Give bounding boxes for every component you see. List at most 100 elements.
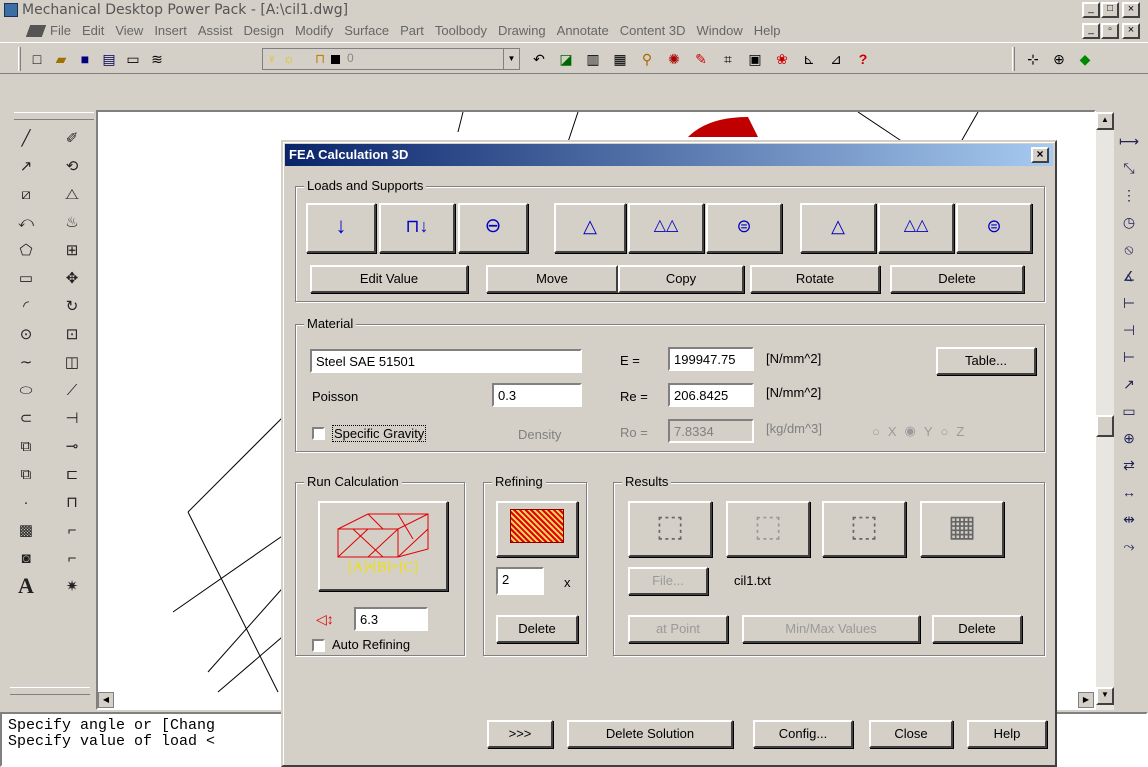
move-button[interactable]: Move bbox=[486, 265, 618, 293]
delete-load-button[interactable]: Delete bbox=[890, 265, 1024, 293]
close-window-button[interactable]: × bbox=[1122, 2, 1140, 18]
menu-edit[interactable]: Edit bbox=[82, 23, 104, 38]
e-field[interactable]: 199947.75 bbox=[668, 347, 754, 371]
arc-hook-icon[interactable]: ⤺ bbox=[14, 210, 38, 234]
diameter-dim-icon[interactable]: ⦸ bbox=[1118, 238, 1140, 260]
fixed-support-button[interactable]: △ bbox=[554, 203, 626, 253]
hscroll-left-button[interactable]: ◀ bbox=[98, 692, 114, 708]
continue-dim2-icon[interactable]: ⊢ bbox=[1118, 346, 1140, 368]
more-button[interactable]: >>> bbox=[487, 720, 553, 748]
specific-gravity-checkbox[interactable] bbox=[312, 427, 325, 440]
ellipse-icon[interactable]: ⬭ bbox=[14, 378, 38, 402]
snap-icon[interactable]: ⊹ bbox=[1022, 48, 1044, 70]
axis-y-radio[interactable]: ◉ bbox=[905, 423, 916, 439]
tolerance-icon[interactable]: ▭ bbox=[1118, 400, 1140, 422]
insert-block-icon[interactable]: ⧉ bbox=[14, 462, 38, 486]
doc-minimize-button[interactable]: _ bbox=[1082, 23, 1100, 39]
move-icon[interactable]: ✥ bbox=[60, 266, 84, 290]
chart-icon[interactable]: ⊿ bbox=[825, 48, 847, 70]
pencil-icon[interactable]: ✐ bbox=[60, 126, 84, 150]
rotate-button[interactable]: Rotate bbox=[750, 265, 880, 293]
results-delete-button[interactable]: Delete bbox=[932, 615, 1022, 643]
xline-icon[interactable]: ⧄ bbox=[14, 182, 38, 206]
results-stress-button[interactable]: ⬚ bbox=[726, 501, 810, 557]
doc-close-button[interactable]: × bbox=[1122, 23, 1140, 39]
pinned-support-2-button[interactable]: △△ bbox=[878, 203, 954, 253]
menu-toolbody[interactable]: Toolbody bbox=[435, 23, 487, 38]
fixed-support-2-button[interactable]: △ bbox=[800, 203, 876, 253]
ro-field[interactable]: 7.8334 bbox=[668, 419, 754, 443]
properties-icon[interactable]: ◪ bbox=[555, 48, 577, 70]
linear-dim-icon[interactable]: ⟼ bbox=[1118, 130, 1140, 152]
leader-icon[interactable]: ↗ bbox=[1118, 373, 1140, 395]
scroll-down-button[interactable]: ▼ bbox=[1096, 687, 1114, 705]
menu-modify[interactable]: Modify bbox=[295, 23, 333, 38]
edit-value-button[interactable]: Edit Value bbox=[310, 265, 468, 293]
plot-icon[interactable]: ▤ bbox=[98, 48, 120, 70]
delete-solution-button[interactable]: Delete Solution bbox=[567, 720, 733, 748]
material-name-field[interactable]: Steel SAE 51501 bbox=[310, 349, 582, 373]
block-icon[interactable]: ⧉ bbox=[14, 434, 38, 458]
auto-refining-checkbox[interactable] bbox=[312, 639, 325, 652]
dim-text-icon[interactable]: ↔ bbox=[1118, 481, 1140, 503]
polygon-icon[interactable]: ⬠ bbox=[14, 238, 38, 262]
moment-load-button[interactable]: ⊖ bbox=[458, 203, 528, 253]
layers-icon[interactable]: ≋ bbox=[146, 48, 168, 70]
stretch-icon[interactable]: ◫ bbox=[60, 350, 84, 374]
mesh-size-field[interactable]: 6.3 bbox=[354, 607, 428, 631]
scale-icon[interactable]: ⊡ bbox=[60, 322, 84, 346]
point-load-button[interactable]: ↓ bbox=[306, 203, 376, 253]
calc-icon[interactable]: ▦ bbox=[609, 48, 631, 70]
ordinate-dim-icon[interactable]: ⋮ bbox=[1118, 184, 1140, 206]
ellipse-arc-icon[interactable]: ⊂ bbox=[14, 406, 38, 430]
chevron-down-icon[interactable]: ▼ bbox=[503, 49, 519, 69]
text-icon[interactable]: A bbox=[14, 573, 38, 598]
poisson-field[interactable]: 0.3 bbox=[492, 383, 582, 407]
scroll-thumb[interactable] bbox=[1096, 415, 1114, 437]
break-icon[interactable]: ⊸ bbox=[60, 434, 84, 458]
axis-x-radio[interactable]: ○ bbox=[872, 424, 880, 439]
run-calculation-button[interactable]: [A]•[B]=[C] bbox=[318, 501, 448, 591]
region-icon[interactable]: ◙ bbox=[14, 546, 38, 570]
aligned-dim-icon[interactable]: ⤡ bbox=[1118, 157, 1140, 179]
results-strain-button[interactable]: ⬚ bbox=[822, 501, 906, 557]
rectangle-icon[interactable]: ▭ bbox=[14, 266, 38, 290]
grid-icon[interactable]: ▣ bbox=[744, 48, 766, 70]
menu-view[interactable]: View bbox=[115, 23, 143, 38]
open-icon[interactable]: ▰ bbox=[50, 48, 72, 70]
axis-z-radio[interactable]: ○ bbox=[941, 424, 949, 439]
re-field[interactable]: 206.8425 bbox=[668, 383, 754, 407]
list-icon[interactable]: ▥ bbox=[582, 48, 604, 70]
undo-icon[interactable]: ↶ bbox=[528, 48, 550, 70]
results-deformation-button[interactable]: ⬚ bbox=[628, 501, 712, 557]
at-point-button[interactable]: at Point bbox=[628, 615, 728, 643]
hscroll-right-button[interactable]: ▶ bbox=[1078, 692, 1094, 708]
rotate-icon[interactable]: ↻ bbox=[60, 294, 84, 318]
dim-icon[interactable]: ⊾ bbox=[798, 48, 820, 70]
distributed-load-button[interactable]: ⊓↓ bbox=[379, 203, 455, 253]
mirror-icon[interactable]: ⧍ bbox=[60, 182, 84, 206]
render-icon[interactable]: ✺ bbox=[663, 48, 685, 70]
roller-support-2-button[interactable]: ⊜ bbox=[956, 203, 1032, 253]
baseline-dim-icon[interactable]: ⊢ bbox=[1118, 292, 1140, 314]
vertical-scrollbar[interactable]: ▲ ▼ bbox=[1096, 112, 1114, 710]
scroll-up-button[interactable]: ▲ bbox=[1096, 112, 1114, 130]
minmax-values-button[interactable]: Min/Max Values bbox=[742, 615, 920, 643]
table-button[interactable]: Table... bbox=[936, 347, 1036, 375]
copy-button[interactable]: Copy bbox=[618, 265, 744, 293]
save-icon[interactable]: ■ bbox=[74, 48, 96, 70]
trim-icon[interactable]: ⟋ bbox=[60, 378, 84, 402]
dim-edit-icon[interactable]: ⇄ bbox=[1118, 454, 1140, 476]
fillet-icon[interactable]: ⊓ bbox=[60, 490, 84, 514]
continue-dim-icon[interactable]: ⊣ bbox=[1118, 319, 1140, 341]
array-icon[interactable]: ⊞ bbox=[60, 238, 84, 262]
menu-file[interactable]: File bbox=[50, 23, 71, 38]
chamfer-icon[interactable]: ⊏ bbox=[60, 462, 84, 486]
dim-update-icon[interactable]: ⇹ bbox=[1118, 508, 1140, 530]
view-icon[interactable]: ◆ bbox=[1074, 48, 1096, 70]
menu-window[interactable]: Window bbox=[696, 23, 742, 38]
line-icon[interactable]: ╱ bbox=[14, 126, 38, 150]
roller-support-button[interactable]: ⊜ bbox=[706, 203, 782, 253]
stamp-icon[interactable]: ♨ bbox=[60, 210, 84, 234]
refining-field[interactable]: 2 bbox=[496, 567, 544, 595]
